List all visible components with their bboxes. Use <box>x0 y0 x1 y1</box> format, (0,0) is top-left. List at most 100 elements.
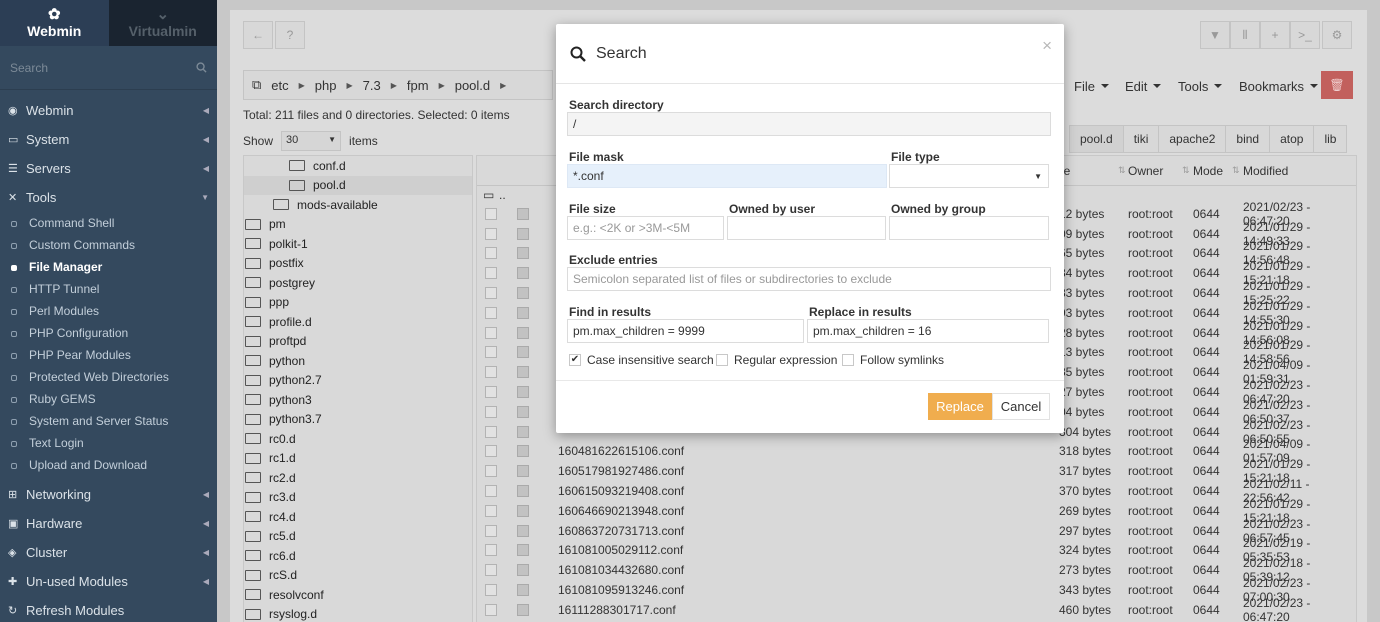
menu-system[interactable]: ▭ System ◀ <box>0 125 217 154</box>
tree-item[interactable]: rc0.d <box>244 429 472 449</box>
table-row[interactable]: 160646690213948.conf 269 bytes root:root 06… <box>477 497 1356 525</box>
delete-button[interactable]: 🗑 <box>1321 71 1353 99</box>
tab-tiki[interactable]: tiki <box>1123 125 1160 153</box>
add-button[interactable]: + <box>1260 21 1290 49</box>
table-row[interactable]: 160517981927486.conf 317 bytes root:root 06… <box>477 457 1356 485</box>
table-row[interactable]: 16111288301717.conf 460 bytes root:root 064… <box>477 596 1356 622</box>
tree-item[interactable]: conf.d <box>244 156 472 176</box>
file-name[interactable]: 160517981927486.conf <box>558 464 684 478</box>
file-name[interactable]: 16111288301717.conf <box>558 603 676 617</box>
crumb-version[interactable]: 7.3 <box>363 78 381 93</box>
columns-button[interactable]: ⦀ <box>1230 21 1260 49</box>
row-checkbox[interactable] <box>485 227 497 240</box>
row-checkbox[interactable] <box>485 405 497 418</box>
menu-system-server-status[interactable]: System and Server Status <box>0 410 217 432</box>
row-checkbox[interactable] <box>485 207 497 220</box>
menu-ruby-gems[interactable]: Ruby GEMS <box>0 388 217 410</box>
tools-menu[interactable]: Tools <box>1178 72 1223 100</box>
row-checkbox[interactable] <box>485 465 497 478</box>
menu-servers[interactable]: ☰ Servers ◀ <box>0 154 217 183</box>
sidebar-search-input[interactable]: Search <box>10 61 48 75</box>
tab-lib[interactable]: lib <box>1314 125 1348 153</box>
page-size-select[interactable]: 30 ▼ <box>281 131 342 151</box>
back-button[interactable]: ← <box>243 21 273 49</box>
symlinks-checkbox[interactable] <box>842 354 854 366</box>
col-mode[interactable]: Mode <box>1193 164 1223 178</box>
menu-text-login[interactable]: Text Login <box>0 432 217 454</box>
table-row[interactable]: 160481622615106.conf 318 bytes root:root 06… <box>477 437 1356 465</box>
tab-bind[interactable]: bind <box>1226 125 1271 153</box>
row-checkbox[interactable] <box>485 425 497 438</box>
row-checkbox[interactable] <box>485 603 497 616</box>
menu-perl-modules[interactable]: Perl Modules <box>0 300 217 322</box>
file-name[interactable]: 160646690213948.conf <box>558 504 684 518</box>
tree-item[interactable]: proftpd <box>244 332 472 352</box>
tree-item[interactable]: rcS.d <box>244 566 472 586</box>
row-checkbox[interactable] <box>485 564 497 577</box>
regex-checkbox[interactable] <box>716 354 728 366</box>
file-name[interactable]: 161081034432680.conf <box>558 563 684 577</box>
crumb-etc[interactable]: etc <box>271 78 288 93</box>
table-row[interactable]: 160615093219408.conf 370 bytes root:root 06… <box>477 477 1356 505</box>
col-owner[interactable]: Owner <box>1128 164 1163 178</box>
row-checkbox[interactable] <box>485 386 497 399</box>
row-checkbox[interactable] <box>485 445 497 458</box>
bookmarks-menu[interactable]: Bookmarks <box>1239 72 1319 100</box>
tree-item-selected[interactable]: pool.d <box>244 175 472 195</box>
tree-item[interactable]: rc2.d <box>244 468 472 488</box>
tree-item[interactable]: postgrey <box>244 273 472 293</box>
menu-cluster[interactable]: ◈ Cluster ◀ <box>0 538 217 567</box>
file-type-select[interactable]: ▼ <box>889 164 1049 188</box>
crumb-php[interactable]: php <box>315 78 337 93</box>
tree-item[interactable]: python3.7 <box>244 410 472 430</box>
row-checkbox[interactable] <box>485 504 497 517</box>
file-name[interactable]: 160863720731713.conf <box>558 524 684 538</box>
settings-button[interactable]: ⚙ <box>1322 21 1352 49</box>
terminal-button[interactable]: >_ <box>1290 21 1320 49</box>
edit-menu[interactable]: Edit <box>1125 72 1162 100</box>
file-name[interactable]: 161081005029112.conf <box>558 543 683 557</box>
tree-item[interactable]: python2.7 <box>244 371 472 391</box>
tree-item[interactable]: rc1.d <box>244 449 472 469</box>
tab-apache2[interactable]: apache2 <box>1159 125 1227 153</box>
regex-option[interactable]: Regular expression <box>716 353 837 367</box>
row-checkbox[interactable] <box>485 544 497 557</box>
table-row[interactable]: 161081095913246.conf 343 bytes root:root 06… <box>477 576 1356 604</box>
table-row[interactable]: 161081034432680.conf 273 bytes root:root 06… <box>477 556 1356 584</box>
crumb-fpm[interactable]: fpm <box>407 78 429 93</box>
tree-item[interactable]: mods-available <box>244 195 472 215</box>
menu-command-shell[interactable]: Command Shell <box>0 212 217 234</box>
tree-item[interactable]: ppp <box>244 293 472 313</box>
owned-user-field[interactable] <box>727 216 886 240</box>
table-row[interactable]: 161081005029112.conf 324 bytes root:root 06… <box>477 536 1356 564</box>
tree-item[interactable]: rc5.d <box>244 527 472 547</box>
menu-hardware[interactable]: ▣ Hardware ◀ <box>0 509 217 538</box>
menu-refresh-modules[interactable]: ↻ Refresh Modules <box>0 596 217 622</box>
row-checkbox[interactable] <box>485 287 497 300</box>
tree-item[interactable]: python <box>244 351 472 371</box>
sidebar-search[interactable]: Search <box>0 46 217 90</box>
menu-upload-download[interactable]: Upload and Download <box>0 454 217 476</box>
file-name[interactable]: 160615093219408.conf <box>558 484 684 498</box>
find-field[interactable]: pm.max_children = 9999 <box>567 319 804 343</box>
row-checkbox[interactable] <box>485 326 497 339</box>
file-size-field[interactable]: e.g.: <2K or >3M-<5M <box>567 216 724 240</box>
case-insensitive-option[interactable]: ✔ Case insensitive search <box>569 353 714 367</box>
menu-unused-modules[interactable]: ✚ Un-used Modules ◀ <box>0 567 217 596</box>
file-name[interactable]: 161081095913246.conf <box>558 583 684 597</box>
row-checkbox[interactable] <box>485 267 497 280</box>
file-mask-field[interactable]: *.conf <box>567 164 887 188</box>
symlinks-option[interactable]: Follow symlinks <box>842 353 944 367</box>
menu-http-tunnel[interactable]: HTTP Tunnel <box>0 278 217 300</box>
tab-pool-d[interactable]: pool.d <box>1069 125 1124 153</box>
menu-networking[interactable]: ⊞ Networking ◀ <box>0 480 217 509</box>
webmin-tab[interactable]: ✿ Webmin <box>0 0 109 46</box>
table-row[interactable]: 160863720731713.conf 297 bytes root:root 06… <box>477 517 1356 545</box>
close-icon[interactable]: × <box>1042 36 1052 56</box>
tree-item[interactable]: resolvconf <box>244 585 472 605</box>
file-menu[interactable]: File <box>1074 72 1109 100</box>
menu-custom-commands[interactable]: Custom Commands <box>0 234 217 256</box>
menu-php-pear-modules[interactable]: PHP Pear Modules <box>0 344 217 366</box>
row-checkbox[interactable] <box>485 346 497 359</box>
replace-field[interactable]: pm.max_children = 16 <box>807 319 1049 343</box>
